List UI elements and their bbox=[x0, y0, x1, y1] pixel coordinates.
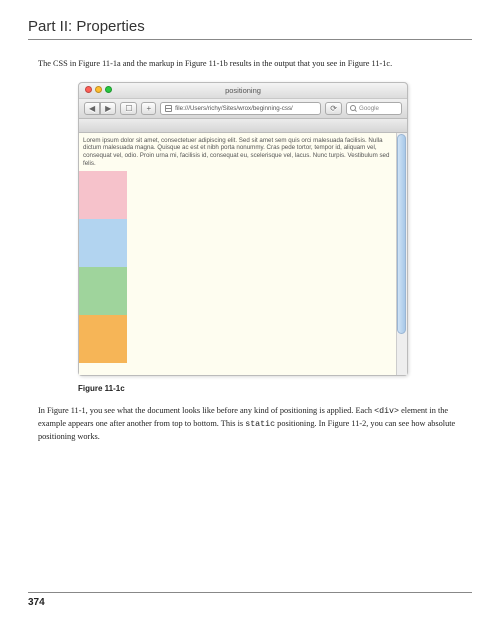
figure-caption: Figure 11-1c bbox=[78, 384, 472, 393]
part-title: Part II: Properties bbox=[28, 18, 472, 40]
search-icon bbox=[350, 105, 356, 111]
figure-11-1c: positioning ◀ ▶ ☐ + file:///Users/richy/… bbox=[78, 82, 472, 376]
window-title: positioning bbox=[225, 86, 261, 95]
add-button[interactable]: + bbox=[141, 102, 156, 115]
bookmark-button[interactable]: ☐ bbox=[120, 102, 137, 115]
block-pink bbox=[79, 171, 127, 219]
browser-window: positioning ◀ ▶ ☐ + file:///Users/richy/… bbox=[78, 82, 408, 376]
browser-toolbar: ◀ ▶ ☐ + file:///Users/richy/Sites/wrox/b… bbox=[79, 99, 407, 119]
nav-buttons: ◀ ▶ bbox=[84, 102, 116, 115]
block-green bbox=[79, 267, 127, 315]
block-orange bbox=[79, 315, 127, 363]
forward-button[interactable]: ▶ bbox=[100, 102, 116, 115]
minimize-icon[interactable] bbox=[95, 86, 102, 93]
code-div: <div> bbox=[374, 407, 399, 416]
url-bar[interactable]: file:///Users/richy/Sites/wrox/beginning… bbox=[160, 102, 321, 115]
code-static: static bbox=[245, 420, 275, 429]
scrollbar-thumb[interactable] bbox=[397, 134, 406, 334]
zoom-icon[interactable] bbox=[105, 86, 112, 93]
body-paragraph: In Figure 11-1, you see what the documen… bbox=[38, 405, 472, 444]
para-frag-1: In Figure 11-1, you see what the documen… bbox=[38, 406, 374, 415]
search-bar[interactable]: Google bbox=[346, 102, 402, 115]
intro-paragraph: The CSS in Figure 11-1a and the markup i… bbox=[38, 58, 472, 70]
browser-viewport: Lorem ipsum dolor sit amet, consectetuer… bbox=[79, 133, 407, 375]
close-icon[interactable] bbox=[85, 86, 92, 93]
back-button[interactable]: ◀ bbox=[84, 102, 100, 115]
reload-button[interactable]: ⟳ bbox=[325, 102, 342, 115]
scrollbar-track[interactable] bbox=[396, 133, 407, 375]
search-placeholder: Google bbox=[359, 105, 379, 112]
block-blue bbox=[79, 219, 127, 267]
browser-titlebar: positioning bbox=[79, 83, 407, 99]
lorem-text: Lorem ipsum dolor sit amet, consectetuer… bbox=[79, 133, 396, 171]
url-text: file:///Users/richy/Sites/wrox/beginning… bbox=[175, 105, 293, 112]
bookmark-bar bbox=[79, 119, 407, 133]
page-icon bbox=[165, 105, 172, 112]
page-footer: 374 bbox=[28, 592, 472, 608]
traffic-lights bbox=[85, 86, 112, 93]
page-number: 374 bbox=[28, 597, 45, 608]
